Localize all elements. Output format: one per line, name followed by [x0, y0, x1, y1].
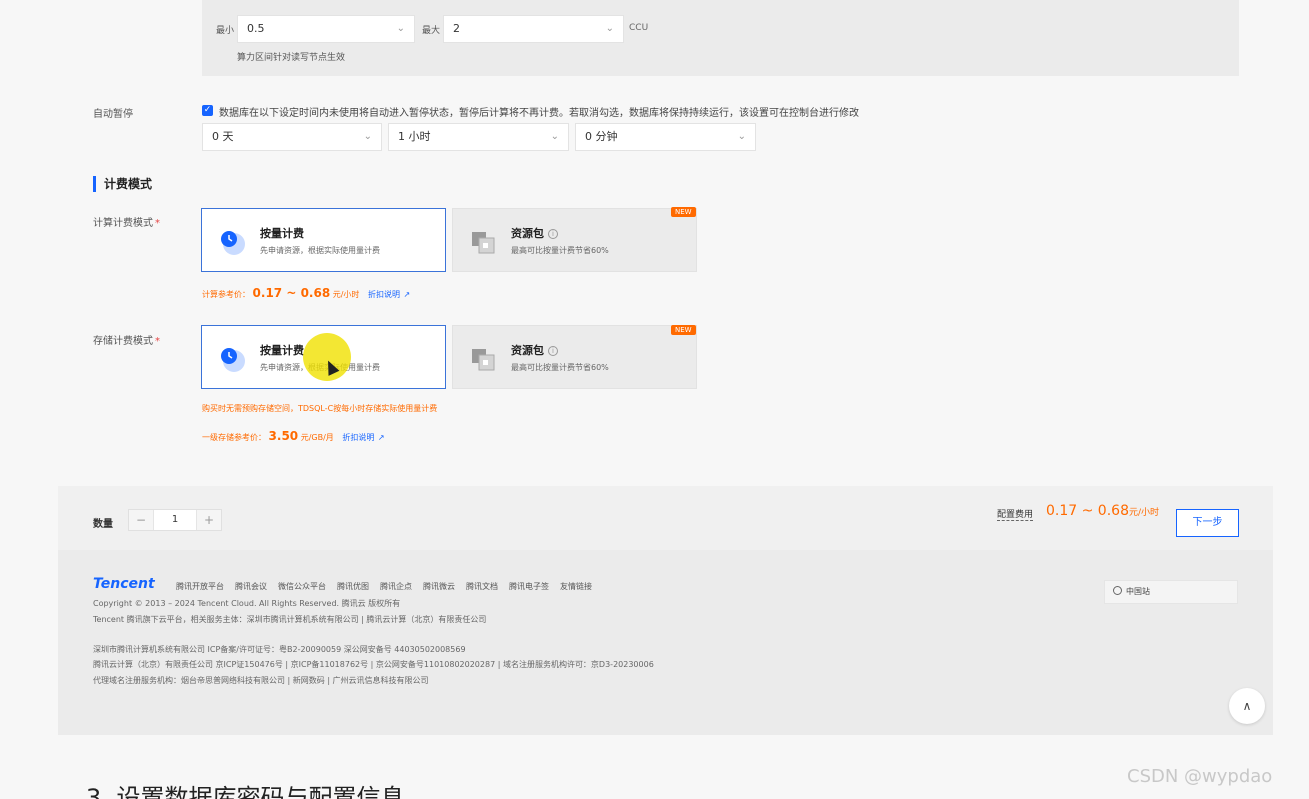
chevron-down-icon: ⌄	[605, 23, 614, 34]
quantity-input[interactable]: 1	[153, 510, 197, 530]
storage-price-unit: 元/GB/月	[300, 433, 334, 442]
compute-price-line: 计算参考价： 0.17 ~ 0.68 元/小时 折扣说明 ↗	[202, 286, 410, 300]
new-badge: NEW	[671, 207, 696, 217]
required-mark: *	[155, 336, 160, 347]
card-title: 资源包 i	[511, 342, 558, 358]
pause-hours-value: 1 小时	[398, 130, 431, 143]
external-link-icon[interactable]: ↗	[404, 290, 411, 299]
order-bottom-bar: 数量 − 1 + 配置费用 0.17 ~ 0.68元/小时 下一步	[58, 486, 1273, 550]
min-ccu-value: 0.5	[247, 22, 265, 35]
footer-link[interactable]: 友情链接	[560, 581, 592, 592]
storage-billing-package-card[interactable]: 资源包 i 最高可比按量计费节省60%	[452, 325, 697, 389]
doc-heading: 3. 设置数据库密码与配置信息	[86, 784, 405, 799]
storage-price-line: 一级存储参考价： 3.50 元/GB/月 折扣说明 ↗	[202, 429, 385, 443]
card-subtitle: 最高可比按量计费节省60%	[511, 363, 609, 372]
site-region-value: 中国站	[1126, 587, 1150, 596]
tencent-logo[interactable]: Tencent	[93, 576, 155, 592]
auto-pause-checkbox[interactable]: ✓	[202, 105, 213, 116]
card-title: 按量计费	[260, 344, 304, 357]
new-badge: NEW	[671, 325, 696, 335]
footer-icp-2: 腾讯云计算（北京）有限责任公司 京ICP证150476号 | 京ICP备1101…	[93, 660, 654, 669]
resource-package-icon	[472, 349, 495, 371]
quantity-increment-button[interactable]: +	[197, 510, 221, 530]
max-ccu-select[interactable]: 2 ⌄	[443, 15, 624, 43]
info-icon[interactable]: i	[548, 346, 558, 356]
compute-billing-package-card[interactable]: 资源包 i 最高可比按量计费节省60%	[452, 208, 697, 272]
storage-note: 购买时无需预购存储空间，TDSQL-C按每小时存储实际使用量计费	[202, 404, 438, 413]
compute-price-label: 计算参考价：	[202, 290, 250, 299]
max-ccu-value: 2	[453, 22, 460, 35]
storage-price-value: 3.50	[268, 429, 299, 443]
compute-discount-link[interactable]: 折扣说明	[368, 290, 400, 299]
chevron-down-icon: ⌄	[396, 23, 405, 34]
min-ccu-select[interactable]: 0.5 ⌄	[237, 15, 415, 43]
footer-copyright: Copyright © 2013 – 2024 Tencent Cloud. A…	[93, 599, 401, 608]
chevron-down-icon: ⌄	[550, 131, 559, 142]
footer-service: Tencent 腾讯旗下云平台，相关服务主体：深圳市腾讯计算机系统有限公司 | …	[93, 615, 487, 624]
pause-hours-select[interactable]: 1 小时 ⌄	[388, 123, 569, 151]
site-region-select[interactable]: 中国站	[1104, 580, 1238, 604]
chevron-down-icon: ⌄	[363, 131, 372, 142]
compute-range-hint: 算力区间针对读写节点生效	[237, 53, 346, 63]
pause-minutes-value: 0 分钟	[585, 130, 618, 143]
storage-billing-label-text: 存储计费模式	[93, 336, 153, 347]
auto-pause-description: 数据库在以下设定时间内未使用将自动进入暂停状态，暂停后计算将不再计费。若取消勾选…	[219, 108, 859, 119]
storage-discount-link[interactable]: 折扣说明	[342, 433, 374, 442]
max-label: 最大	[422, 26, 441, 36]
config-fee-label[interactable]: 配置费用	[997, 507, 1034, 521]
footer-link[interactable]: 腾讯微云	[423, 581, 455, 592]
auto-pause-label: 自动暂停	[93, 109, 133, 120]
pause-minutes-select[interactable]: 0 分钟 ⌄	[575, 123, 756, 151]
card-title-text: 资源包	[511, 344, 544, 357]
config-fee-value: 0.17 ~ 0.68元/小时	[1046, 503, 1159, 519]
footer-link[interactable]: 微信公众平台	[278, 581, 326, 592]
chevron-down-icon: ⌄	[737, 131, 746, 142]
config-fee-amount: 0.17 ~ 0.68	[1046, 503, 1129, 519]
compute-billing-payg-card[interactable]: 按量计费 先申请资源，根据实际使用量计费	[201, 208, 446, 272]
footer-link[interactable]: 腾讯会议	[235, 581, 267, 592]
quantity-label: 数量	[93, 519, 113, 530]
footer-link[interactable]: 腾讯文档	[466, 581, 498, 592]
info-icon[interactable]: i	[548, 229, 558, 239]
footer-link[interactable]: 腾讯企点	[380, 581, 412, 592]
site-footer: Tencent 腾讯开放平台 腾讯会议 微信公众平台 腾讯优图 腾讯企点 腾讯微…	[58, 550, 1273, 735]
card-title: 按量计费	[260, 227, 304, 240]
storage-price-label: 一级存储参考价：	[202, 433, 266, 442]
pay-as-you-go-icon	[221, 231, 245, 255]
footer-link[interactable]: 腾讯电子签	[509, 581, 549, 592]
required-mark: *	[155, 218, 160, 229]
min-label: 最小	[216, 26, 235, 36]
compute-billing-label-text: 计算计费模式	[93, 218, 153, 229]
footer-icp-1: 深圳市腾讯计算机系统有限公司 ICP备案/许可证号：粤B2-20090059 深…	[93, 645, 466, 654]
billing-section-title: 计费模式	[93, 176, 152, 192]
card-subtitle: 最高可比按量计费节省60%	[511, 246, 609, 255]
globe-icon	[1113, 586, 1122, 595]
external-link-icon[interactable]: ↗	[378, 433, 385, 442]
footer-link[interactable]: 腾讯优图	[337, 581, 369, 592]
footer-link[interactable]: 腾讯开放平台	[176, 581, 224, 592]
card-subtitle: 先申请资源，根据实际使用量计费	[260, 246, 380, 255]
compute-range-panel: 最小 0.5 ⌄ 最大 2 ⌄ CCU 算力区间针对读写节点生效	[202, 0, 1239, 76]
compute-price-unit: 元/小时	[332, 290, 360, 299]
watermark: CSDN @wypdao	[1127, 766, 1273, 787]
storage-billing-label: 存储计费模式 *	[93, 332, 160, 347]
card-title-text: 资源包	[511, 227, 544, 240]
pay-as-you-go-icon	[221, 348, 245, 372]
compute-price-value: 0.17 ~ 0.68	[252, 286, 331, 300]
ccu-unit: CCU	[629, 23, 649, 33]
quantity-decrement-button[interactable]: −	[129, 510, 153, 530]
quantity-stepper[interactable]: − 1 +	[128, 509, 222, 531]
pause-days-select[interactable]: 0 天 ⌄	[202, 123, 382, 151]
footer-links: 腾讯开放平台 腾讯会议 微信公众平台 腾讯优图 腾讯企点 腾讯微云 腾讯文档 腾…	[176, 581, 592, 592]
config-fee-unit: 元/小时	[1128, 508, 1160, 518]
footer-icp-3: 代理域名注册服务机构：烟台帝思普网络科技有限公司 | 新网数码 | 广州云讯信息…	[93, 676, 429, 685]
back-to-top-button[interactable]: ∧	[1229, 688, 1265, 724]
compute-billing-label: 计算计费模式 *	[93, 214, 160, 229]
card-title: 资源包 i	[511, 225, 558, 241]
pause-days-value: 0 天	[212, 130, 234, 143]
next-step-button[interactable]: 下一步	[1176, 509, 1239, 537]
resource-package-icon	[472, 232, 495, 254]
